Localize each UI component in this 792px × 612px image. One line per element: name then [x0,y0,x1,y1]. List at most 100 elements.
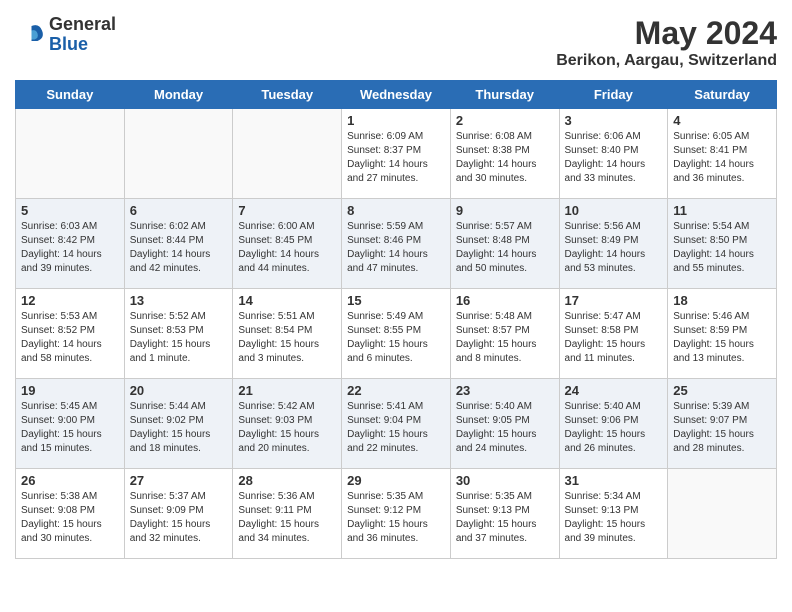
day-number: 21 [238,383,336,398]
day-number: 9 [456,203,554,218]
calendar-cell: 20 Sunrise: 5:44 AMSunset: 9:02 PMDayligh… [124,379,233,469]
day-info: Sunrise: 5:54 AMSunset: 8:50 PMDaylight:… [673,220,771,276]
calendar-cell: 8 Sunrise: 5:59 AMSunset: 8:46 PMDaylight… [342,199,451,289]
subtitle: Berikon, Aargau, Switzerland [556,52,777,70]
calendar-cell: 21 Sunrise: 5:42 AMSunset: 9:03 PMDayligh… [233,379,342,469]
day-info: Sunrise: 5:53 AMSunset: 8:52 PMDaylight:… [21,310,119,366]
day-info: Sunrise: 5:52 AMSunset: 8:53 PMDaylight:… [130,310,228,366]
calendar-cell: 22 Sunrise: 5:41 AMSunset: 9:04 PMDayligh… [342,379,451,469]
calendar-cell: 29 Sunrise: 5:35 AMSunset: 9:12 PMDayligh… [342,469,451,559]
day-number: 19 [21,383,119,398]
calendar-cell [16,109,125,199]
day-info: Sunrise: 5:35 AMSunset: 9:12 PMDaylight:… [347,490,445,546]
calendar-cell: 23Sunrise: 5:40 AMSunset: 9:05 PMDayligh… [450,379,559,469]
day-number: 4 [673,113,771,128]
day-info: Sunrise: 6:03 AMSunset: 8:42 PMDaylight:… [21,220,119,276]
day-info: Sunrise: 5:59 AMSunset: 8:46 PMDaylight:… [347,220,445,276]
day-header-monday: Monday [124,81,233,109]
calendar-cell: 3Sunrise: 6:06 AMSunset: 8:40 PMDaylight… [559,109,668,199]
calendar-cell: 5 Sunrise: 6:03 AMSunset: 8:42 PMDaylight… [16,199,125,289]
calendar-cell: 31 Sunrise: 5:34 AMSunset: 9:13 PMDayligh… [559,469,668,559]
calendar-cell: 2Sunrise: 6:08 AMSunset: 8:38 PMDaylight… [450,109,559,199]
calendar-cell: 17 Sunrise: 5:47 AMSunset: 8:58 PMDayligh… [559,289,668,379]
main-title: May 2024 [556,15,777,52]
day-number: 24 [565,383,663,398]
day-number: 14 [238,293,336,308]
day-number: 23 [456,383,554,398]
calendar-cell: 16Sunrise: 5:48 AMSunset: 8:57 PMDayligh… [450,289,559,379]
calendar-cell: 13 Sunrise: 5:52 AMSunset: 8:53 PMDayligh… [124,289,233,379]
day-number: 10 [565,203,663,218]
day-number: 27 [130,473,228,488]
calendar-cell: 1Sunrise: 6:09 AMSunset: 8:37 PMDaylight… [342,109,451,199]
logo: General Blue [15,15,116,55]
header-row: SundayMondayTuesdayWednesdayThursdayFrid… [16,81,777,109]
calendar-cell: 6 Sunrise: 6:02 AMSunset: 8:44 PMDaylight… [124,199,233,289]
calendar-week-1: 1Sunrise: 6:09 AMSunset: 8:37 PMDaylight… [16,109,777,199]
day-info: Sunrise: 5:40 AMSunset: 9:06 PMDaylight:… [565,400,663,456]
calendar-cell: 30 Sunrise: 5:35 AMSunset: 9:13 PMDayligh… [450,469,559,559]
day-info: Sunrise: 5:56 AMSunset: 8:49 PMDaylight:… [565,220,663,276]
day-number: 3 [565,113,663,128]
day-info: Sunrise: 5:51 AMSunset: 8:54 PMDaylight:… [238,310,336,366]
day-info: Sunrise: 5:46 AMSunset: 8:59 PMDaylight:… [673,310,771,366]
calendar-cell: 26 Sunrise: 5:38 AMSunset: 9:08 PMDayligh… [16,469,125,559]
day-info: Sunrise: 5:36 AMSunset: 9:11 PMDaylight:… [238,490,336,546]
logo-blue: Blue [49,35,116,55]
calendar-week-2: 5 Sunrise: 6:03 AMSunset: 8:42 PMDaylight… [16,199,777,289]
title-area: May 2024 Berikon, Aargau, Switzerland [556,15,777,70]
day-number: 8 [347,203,445,218]
day-header-sunday: Sunday [16,81,125,109]
logo-text: General Blue [49,15,116,55]
day-info: Sunrise: 5:41 AMSunset: 9:04 PMDaylight:… [347,400,445,456]
day-info: Sunrise: 5:35 AMSunset: 9:13 PMDaylight:… [456,490,554,546]
day-number: 30 [456,473,554,488]
day-number: 12 [21,293,119,308]
calendar-cell [124,109,233,199]
day-info: Sunrise: 6:08 AMSunset: 8:38 PMDaylight:… [456,130,554,186]
day-number: 17 [565,293,663,308]
calendar-cell: 19Sunrise: 5:45 AMSunset: 9:00 PMDayligh… [16,379,125,469]
day-info: Sunrise: 5:49 AMSunset: 8:55 PMDaylight:… [347,310,445,366]
day-number: 7 [238,203,336,218]
day-number: 6 [130,203,228,218]
day-info: Sunrise: 6:02 AMSunset: 8:44 PMDaylight:… [130,220,228,276]
day-info: Sunrise: 5:38 AMSunset: 9:08 PMDaylight:… [21,490,119,546]
calendar-table: SundayMondayTuesdayWednesdayThursdayFrid… [15,80,777,559]
day-number: 20 [130,383,228,398]
day-number: 31 [565,473,663,488]
day-info: Sunrise: 5:57 AMSunset: 8:48 PMDaylight:… [456,220,554,276]
header: General Blue May 2024 Berikon, Aargau, S… [15,15,777,70]
calendar-cell: 14 Sunrise: 5:51 AMSunset: 8:54 PMDayligh… [233,289,342,379]
day-info: Sunrise: 5:42 AMSunset: 9:03 PMDaylight:… [238,400,336,456]
day-number: 18 [673,293,771,308]
calendar-cell: 27 Sunrise: 5:37 AMSunset: 9:09 PMDayligh… [124,469,233,559]
day-number: 29 [347,473,445,488]
calendar-cell: 25Sunrise: 5:39 AMSunset: 9:07 PMDayligh… [668,379,777,469]
calendar-cell: 24 Sunrise: 5:40 AMSunset: 9:06 PMDayligh… [559,379,668,469]
calendar-cell [668,469,777,559]
day-number: 22 [347,383,445,398]
calendar-cell: 10 Sunrise: 5:56 AMSunset: 8:49 PMDayligh… [559,199,668,289]
day-info: Sunrise: 5:37 AMSunset: 9:09 PMDaylight:… [130,490,228,546]
calendar-cell: 28 Sunrise: 5:36 AMSunset: 9:11 PMDayligh… [233,469,342,559]
calendar-week-4: 19Sunrise: 5:45 AMSunset: 9:00 PMDayligh… [16,379,777,469]
day-info: Sunrise: 5:44 AMSunset: 9:02 PMDaylight:… [130,400,228,456]
day-number: 5 [21,203,119,218]
day-header-friday: Friday [559,81,668,109]
day-info: Sunrise: 6:00 AMSunset: 8:45 PMDaylight:… [238,220,336,276]
calendar-cell: 9 Sunrise: 5:57 AMSunset: 8:48 PMDaylight… [450,199,559,289]
day-number: 26 [21,473,119,488]
calendar-cell: 7 Sunrise: 6:00 AMSunset: 8:45 PMDaylight… [233,199,342,289]
day-number: 16 [456,293,554,308]
day-header-tuesday: Tuesday [233,81,342,109]
day-number: 28 [238,473,336,488]
day-info: Sunrise: 6:05 AMSunset: 8:41 PMDaylight:… [673,130,771,186]
day-header-saturday: Saturday [668,81,777,109]
calendar-week-5: 26 Sunrise: 5:38 AMSunset: 9:08 PMDayligh… [16,469,777,559]
day-info: Sunrise: 5:47 AMSunset: 8:58 PMDaylight:… [565,310,663,366]
day-number: 13 [130,293,228,308]
day-info: Sunrise: 5:34 AMSunset: 9:13 PMDaylight:… [565,490,663,546]
calendar-cell: 18 Sunrise: 5:46 AMSunset: 8:59 PMDayligh… [668,289,777,379]
calendar-cell: 4 Sunrise: 6:05 AMSunset: 8:41 PMDaylight… [668,109,777,199]
